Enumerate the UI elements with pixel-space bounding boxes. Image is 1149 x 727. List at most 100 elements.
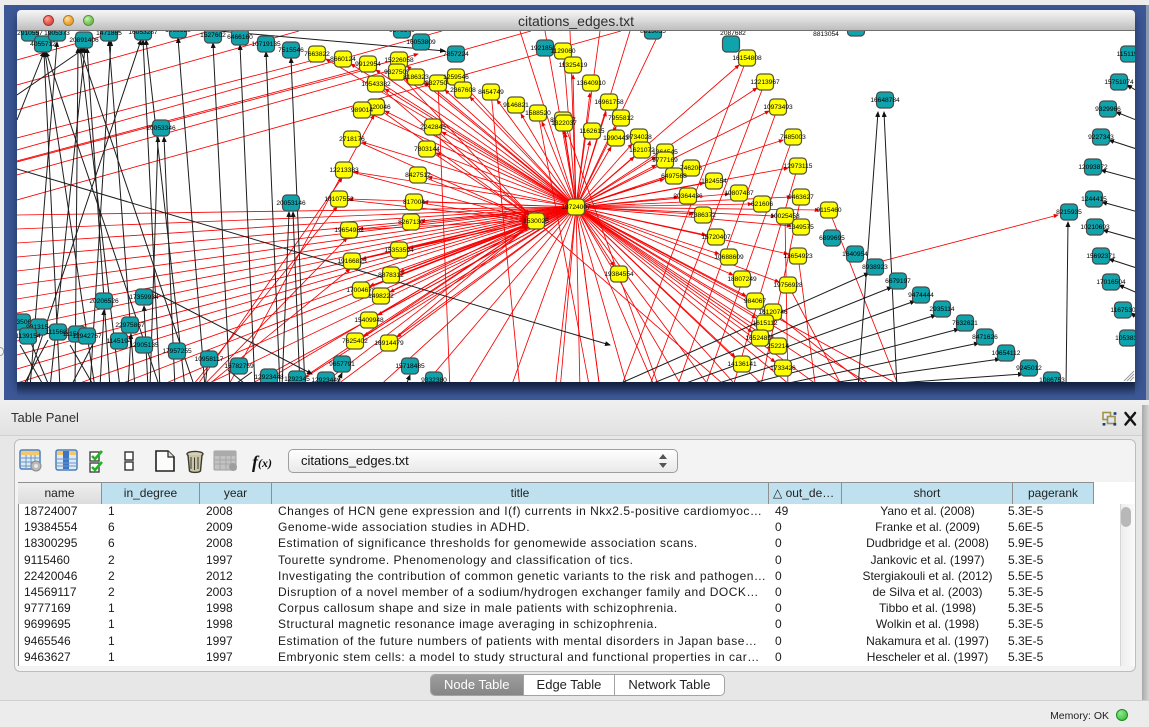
svg-text:12905135: 12905135: [129, 342, 159, 349]
svg-text:1615112: 1615112: [752, 320, 778, 327]
svg-text:7625402: 7625402: [342, 338, 368, 345]
svg-text:2935114: 2935114: [929, 306, 955, 313]
svg-text:9115460: 9115460: [816, 207, 842, 214]
svg-text:1471865: 1471865: [96, 31, 122, 37]
svg-text:7485003: 7485003: [780, 134, 806, 141]
svg-text:2367608: 2367608: [450, 87, 476, 94]
svg-text:15409948: 15409948: [354, 317, 384, 324]
svg-text:1244415: 1244415: [1081, 196, 1107, 203]
svg-text:1167530: 1167530: [1110, 307, 1135, 314]
svg-text:6497568: 6497568: [661, 173, 687, 180]
svg-text:12973115: 12973115: [784, 163, 813, 170]
svg-text:10807487: 10807487: [724, 190, 754, 197]
svg-text:17957255: 17957255: [162, 348, 192, 355]
svg-text:746206: 746206: [680, 165, 702, 172]
svg-text:1349575: 1349575: [788, 224, 814, 231]
svg-text:(x): (x): [258, 456, 272, 470]
svg-text:8938923: 8938923: [862, 264, 888, 271]
svg-text:1733426: 1733426: [770, 365, 796, 372]
svg-text:7663822: 7663822: [304, 51, 330, 58]
svg-text:9332380: 9332380: [421, 377, 447, 382]
svg-text:7632621: 7632621: [952, 320, 978, 327]
svg-text:9329966: 9329966: [1095, 106, 1121, 113]
svg-text:7386372: 7386372: [690, 212, 716, 219]
svg-text:1129060: 1129060: [550, 48, 576, 55]
svg-text:8660124: 8660124: [330, 56, 356, 63]
svg-text:10543382: 10543382: [361, 81, 391, 88]
svg-text:2087682: 2087682: [720, 31, 746, 37]
svg-text:9146821: 9146821: [503, 102, 529, 109]
svg-text:8427512: 8427512: [405, 172, 431, 179]
svg-text:8878312: 8878312: [378, 272, 404, 279]
svg-text:1530025: 1530025: [523, 218, 549, 225]
svg-text:9378379: 9378379: [389, 31, 415, 34]
svg-text:8471626: 8471626: [972, 334, 998, 341]
svg-text:10973493: 10973493: [763, 104, 793, 111]
svg-text:12093872: 12093872: [1078, 164, 1108, 171]
svg-text:16782759: 16782759: [224, 363, 254, 370]
svg-text:1292345: 1292345: [284, 376, 310, 382]
svg-text:20053146: 20053146: [276, 200, 306, 207]
svg-text:8215935: 8215935: [1056, 209, 1082, 216]
svg-text:10688609: 10688609: [714, 254, 744, 261]
svg-text:14136141: 14136141: [727, 361, 757, 368]
svg-text:10654112: 10654112: [992, 350, 1021, 357]
svg-text:1086753: 1086753: [1039, 377, 1065, 382]
svg-text:1151159: 1151159: [1117, 51, 1135, 58]
svg-text:1065328: 1065328: [165, 31, 191, 34]
svg-text:15692371: 15692371: [1086, 253, 1116, 260]
svg-text:9657791: 9657791: [329, 361, 355, 368]
svg-text:9777169: 9777169: [652, 157, 678, 164]
svg-text:12213383: 12213383: [329, 167, 359, 174]
svg-text:18724007: 18724007: [561, 204, 591, 211]
svg-text:1824554: 1824554: [701, 178, 727, 185]
svg-text:1588520: 1588520: [525, 110, 551, 117]
svg-text:15353594: 15353594: [384, 247, 414, 254]
svg-text:621606: 621606: [751, 201, 773, 208]
svg-text:2718176: 2718176: [339, 136, 365, 143]
svg-text:12923448: 12923448: [254, 374, 284, 381]
svg-text:19166825: 19166825: [337, 258, 367, 265]
svg-text:16914479: 16914479: [374, 340, 404, 347]
svg-text:1139154: 1139154: [17, 333, 41, 340]
svg-text:8813055: 8813055: [640, 31, 666, 35]
svg-text:4055712: 4055712: [30, 41, 56, 48]
svg-text:7515546: 7515546: [278, 47, 304, 54]
svg-text:13640910: 13640910: [576, 80, 606, 87]
svg-text:10719135: 10719135: [251, 41, 281, 48]
svg-text:17016504: 17016504: [1096, 279, 1126, 286]
svg-text:19654982: 19654982: [334, 227, 364, 234]
svg-text:12923449: 12923449: [311, 377, 341, 382]
svg-text:1053832: 1053832: [1115, 335, 1135, 342]
svg-text:9227343: 9227343: [1088, 134, 1114, 141]
svg-text:7857224: 7857224: [443, 51, 469, 58]
svg-text:16053809: 16053809: [406, 39, 436, 46]
svg-text:18807249: 18807249: [727, 276, 757, 283]
svg-text:20364436: 20364436: [673, 193, 703, 200]
svg-text:15226058: 15226058: [384, 57, 414, 64]
svg-text:22975867: 22975867: [115, 322, 145, 329]
svg-text:10210693: 10210693: [1080, 224, 1110, 231]
svg-text:252214: 252214: [767, 343, 789, 350]
svg-text:16961758: 16961758: [594, 99, 624, 106]
svg-text:15718485: 15718485: [395, 363, 425, 370]
svg-text:19384554: 19384554: [604, 271, 634, 278]
svg-text:20053346: 20053346: [146, 125, 176, 132]
svg-text:16648784: 16648784: [870, 97, 900, 104]
svg-text:1905373: 1905373: [44, 31, 70, 37]
svg-text:10958117: 10958117: [195, 356, 224, 363]
svg-text:1527602: 1527602: [200, 32, 226, 39]
svg-text:1162615: 1162615: [579, 128, 605, 135]
svg-text:1498222: 1498222: [368, 293, 394, 300]
svg-text:7955812: 7955812: [608, 115, 634, 122]
svg-text:16154808: 16154808: [732, 55, 762, 62]
svg-text:20206526: 20206526: [89, 298, 119, 305]
svg-text:15720407: 15720407: [701, 234, 731, 241]
svg-text:2242845: 2242845: [420, 124, 446, 131]
svg-text:9463627: 9463627: [788, 194, 814, 201]
svg-text:989014: 989014: [351, 107, 373, 114]
svg-text:9245012: 9245012: [1016, 365, 1042, 372]
svg-text:6899695: 6899695: [819, 235, 845, 242]
svg-text:15751074: 15751074: [1104, 79, 1134, 86]
svg-text:1322037: 1322037: [551, 120, 577, 127]
